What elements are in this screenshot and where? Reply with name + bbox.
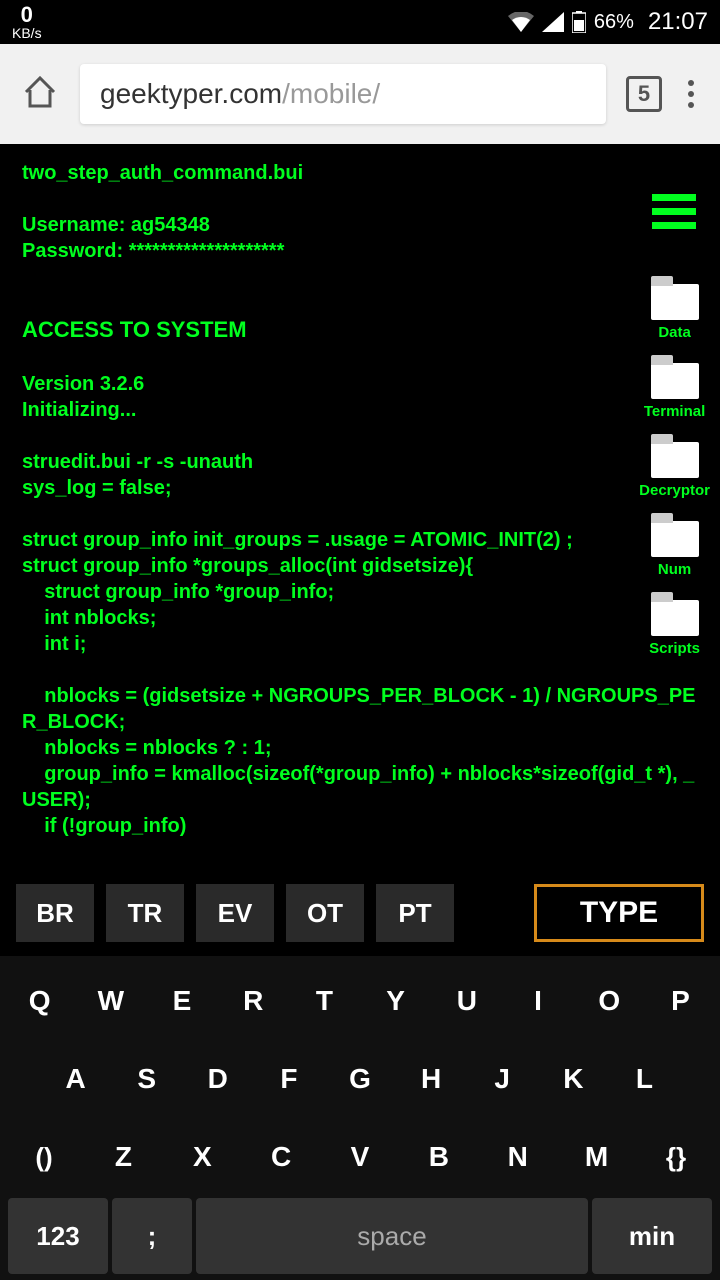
folder-icon [651,363,699,399]
folder-num[interactable]: Num [639,521,710,578]
suggest-pt[interactable]: PT [376,884,454,942]
suggest-tr[interactable]: TR [106,884,184,942]
folder-data[interactable]: Data [639,284,710,341]
network-speed: 0 KB/s [12,4,42,40]
tab-count-button[interactable]: 5 [626,76,662,112]
folder-decryptor[interactable]: Decryptor [639,442,710,499]
key-parens[interactable]: () [4,1118,84,1196]
signal-icon [542,12,564,32]
key-f[interactable]: F [253,1040,324,1118]
key-j[interactable]: J [467,1040,538,1118]
key-q[interactable]: Q [4,962,75,1040]
battery-icon [572,11,586,33]
key-space[interactable]: space [196,1198,588,1274]
folder-scripts[interactable]: Scripts [639,600,710,657]
key-min[interactable]: min [592,1198,712,1274]
key-b[interactable]: B [399,1118,478,1196]
folder-label: Terminal [644,403,705,420]
key-braces[interactable]: {} [636,1118,716,1196]
key-h[interactable]: H [396,1040,467,1118]
key-u[interactable]: U [431,962,502,1040]
android-status-bar: 0 KB/s 66% 21:07 [0,0,720,44]
key-c[interactable]: C [242,1118,321,1196]
key-w[interactable]: W [75,962,146,1040]
type-button[interactable]: TYPE [534,884,704,942]
browser-menu-button[interactable] [682,80,700,108]
folder-icon [651,521,699,557]
key-g[interactable]: G [324,1040,395,1118]
key-s[interactable]: S [111,1040,182,1118]
key-l[interactable]: L [609,1040,680,1118]
hamburger-menu-icon[interactable] [652,194,696,229]
browser-toolbar: geektyper.com/mobile/ 5 [0,44,720,144]
url-path: /mobile/ [282,78,380,110]
folder-label: Scripts [649,640,700,657]
key-v[interactable]: V [321,1118,400,1196]
url-bar[interactable]: geektyper.com/mobile/ [80,64,606,124]
status-icons: 66% 21:07 [508,8,708,36]
key-e[interactable]: E [146,962,217,1040]
keyboard-row-3: () Z X C V B N M {} [4,1118,716,1196]
suggest-br[interactable]: BR [16,884,94,942]
key-o[interactable]: O [574,962,645,1040]
folder-icon [651,442,699,478]
key-y[interactable]: Y [360,962,431,1040]
home-icon[interactable] [20,72,60,117]
suggest-ot[interactable]: OT [286,884,364,942]
key-semicolon[interactable]: ; [112,1198,192,1274]
tab-count-value: 5 [638,81,650,107]
folder-label: Decryptor [639,482,710,499]
key-a[interactable]: A [40,1040,111,1118]
keyboard-row-2: A S D F G H J K L [4,1040,716,1118]
speed-unit: KB/s [12,26,42,40]
clock: 21:07 [648,8,708,36]
folder-label: Data [658,324,691,341]
key-m[interactable]: M [557,1118,636,1196]
url-domain: geektyper.com [100,78,282,110]
key-z[interactable]: Z [84,1118,163,1196]
key-p[interactable]: P [645,962,716,1040]
suggestion-bar: BR TR EV OT PT TYPE [0,870,720,956]
folder-icon [651,600,699,636]
access-heading: ACCESS TO SYSTEM [22,317,247,342]
key-n[interactable]: N [478,1118,557,1196]
key-i[interactable]: I [502,962,573,1040]
battery-percent: 66% [594,11,634,34]
key-d[interactable]: D [182,1040,253,1118]
key-k[interactable]: K [538,1040,609,1118]
key-x[interactable]: X [163,1118,242,1196]
soft-keyboard: Q W E R T Y U I O P A S D F G H J K L ()… [0,956,720,1280]
wifi-icon [508,12,534,32]
speed-value: 0 [21,4,33,26]
folder-icon [651,284,699,320]
key-t[interactable]: T [289,962,360,1040]
keyboard-row-1: Q W E R T Y U I O P [4,962,716,1040]
folder-terminal[interactable]: Terminal [639,363,710,420]
suggest-ev[interactable]: EV [196,884,274,942]
terminal-output[interactable]: two_step_auth_command.bui Username: ag54… [22,160,698,870]
keyboard-row-4: 123 ; space min [4,1196,716,1276]
key-123[interactable]: 123 [8,1198,108,1274]
page-content: Data Terminal Decryptor Num Scripts two_… [0,144,720,870]
folder-label: Num [658,561,691,578]
folder-sidebar: Data Terminal Decryptor Num Scripts [639,284,710,657]
key-r[interactable]: R [218,962,289,1040]
